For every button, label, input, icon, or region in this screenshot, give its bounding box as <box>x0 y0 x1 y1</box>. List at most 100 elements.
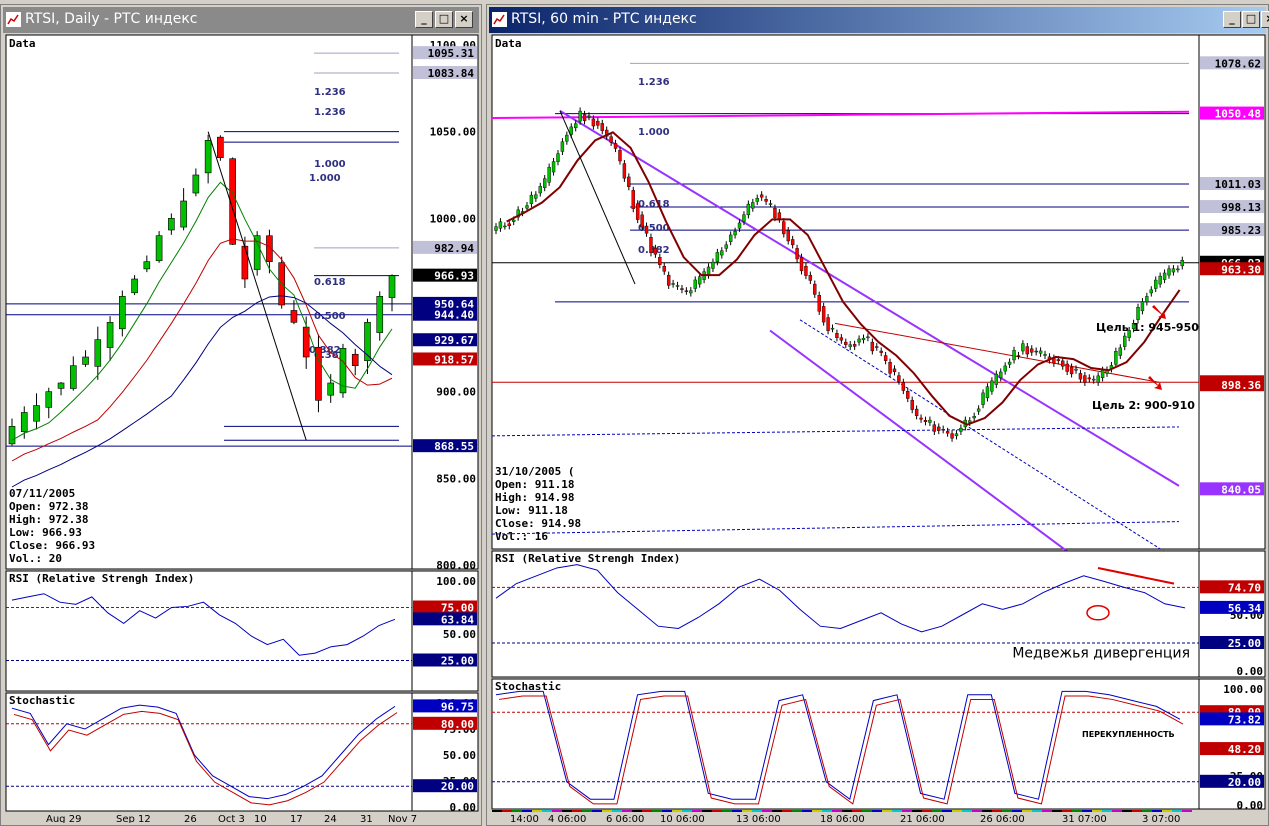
fib-label: 1.000 <box>309 173 341 184</box>
candle-body <box>976 408 981 412</box>
session-strip <box>1032 810 1042 812</box>
session-strip <box>1152 810 1162 812</box>
candle-body <box>327 382 335 396</box>
time-axis-label: 31 <box>360 814 373 823</box>
price-marker-label: 48.20 <box>1228 743 1261 756</box>
session-strip <box>1002 810 1012 812</box>
hourly-window-title: RTSI, 60 min - РТС индекс <box>511 11 697 27</box>
session-strip <box>1132 810 1142 812</box>
axis-tick-label: 50.00 <box>443 628 476 641</box>
candle-body <box>351 353 359 366</box>
axis-tick-label: 800.00 <box>436 559 476 572</box>
candle-body <box>1056 359 1061 361</box>
daily-chart-canvas[interactable]: Data1100.001050.001000.00950.00900.00850… <box>4 33 480 823</box>
session-strip <box>1072 810 1082 812</box>
candle-body <box>1180 260 1184 267</box>
candle-body <box>985 386 990 399</box>
candle-body <box>1065 363 1069 372</box>
candle-body <box>168 218 175 231</box>
session-strip <box>702 810 712 812</box>
candle-body <box>1118 347 1122 356</box>
close-button[interactable]: × <box>1261 11 1269 28</box>
price-marker-label: 1050.48 <box>1215 108 1261 121</box>
time-axis-label: Nov 7 <box>388 814 417 823</box>
ohlc-info: Open: 911.18 <box>495 478 574 491</box>
hourly-chart-canvas[interactable]: Data1.2361.0000.6180.5000.382Цель 1: 945… <box>490 33 1267 823</box>
candle-body <box>498 221 503 229</box>
candle-body <box>839 337 844 341</box>
price-marker-label: 840.05 <box>1221 483 1261 496</box>
candle-body <box>835 332 839 339</box>
candle-body <box>959 427 963 432</box>
hourly-title-bar[interactable]: RTSI, 60 min - РТС индекс _ □ × <box>489 7 1269 33</box>
session-strip <box>662 810 672 812</box>
maximize-button[interactable]: □ <box>435 11 453 28</box>
candle-body <box>932 424 937 432</box>
session-strip <box>692 810 702 812</box>
price-marker-label: 998.13 <box>1221 201 1261 214</box>
session-strip <box>1062 810 1072 812</box>
time-axis-label: Aug 29 <box>46 814 81 823</box>
panel-bg <box>5 34 479 570</box>
session-strip <box>742 810 752 812</box>
candle-body <box>994 373 999 385</box>
candle-body <box>689 290 693 294</box>
candle-body <box>82 356 89 365</box>
daily-window-title: RTSI, Daily - РТС индекс <box>25 11 198 27</box>
candle-body <box>658 257 662 265</box>
session-strip <box>682 810 692 812</box>
time-axis-label: 10 <box>254 814 267 823</box>
candle-body <box>1087 377 1092 380</box>
candle-body <box>1025 346 1030 355</box>
session-strip <box>592 810 602 812</box>
candle-body <box>711 261 715 269</box>
candle-body <box>999 371 1003 379</box>
candle-body <box>981 392 985 405</box>
candle-body <box>538 186 542 194</box>
fib-label: 0.618 <box>314 277 346 288</box>
candle-body <box>1140 301 1145 312</box>
target2-annotation: Цель 2: 900-910 <box>1092 399 1195 412</box>
candle-body <box>1149 289 1153 294</box>
minimize-button[interactable]: _ <box>415 11 433 28</box>
candle-body <box>8 426 16 445</box>
candle-body <box>923 420 928 423</box>
candle-body <box>1007 361 1012 365</box>
session-strip <box>842 810 852 812</box>
price-marker-label: 1083.84 <box>428 67 475 80</box>
hourly-chart-window[interactable]: RTSI, 60 min - РТС индекс _ □ × Data 1.23… <box>486 4 1269 826</box>
candle-body <box>906 391 910 399</box>
candle-body <box>945 431 950 434</box>
price-marker-label: 944.40 <box>434 309 474 322</box>
panel-bg <box>5 692 479 812</box>
session-strip <box>522 810 532 812</box>
price-marker-label: 20.00 <box>441 780 474 793</box>
ohlc-info: Low: 911.18 <box>495 504 568 517</box>
candle-body <box>720 250 724 256</box>
candle-body <box>1158 275 1162 285</box>
candle-body <box>217 136 224 158</box>
minimize-button[interactable]: _ <box>1223 11 1241 28</box>
axis-tick-label: 1050.00 <box>430 126 476 139</box>
daily-chart-window[interactable]: RTSI, Daily - РТС индекс _ □ × Data 1100.… <box>0 4 482 826</box>
daily-title-bar[interactable]: RTSI, Daily - РТС индекс _ □ × <box>3 7 479 33</box>
target1-annotation: Цель 1: 945-950 <box>1096 321 1199 334</box>
candle-body <box>728 234 733 242</box>
candle-body <box>565 134 569 142</box>
session-strip <box>912 810 922 812</box>
candle-body <box>901 382 906 391</box>
maximize-button[interactable]: □ <box>1242 11 1260 28</box>
candle-body <box>1176 268 1180 271</box>
candle-body <box>1069 366 1074 375</box>
candle-body <box>821 306 826 323</box>
candle-body <box>376 296 384 333</box>
candle-body <box>883 355 888 361</box>
candle-body <box>1136 307 1140 320</box>
candle-body <box>848 344 852 347</box>
close-button[interactable]: × <box>455 11 473 28</box>
candle-body <box>560 141 565 152</box>
candle-body <box>1003 365 1007 372</box>
candle-body <box>57 382 65 389</box>
ohlc-info: Low: 966.93 <box>9 526 82 539</box>
chart-app-icon <box>6 12 21 27</box>
